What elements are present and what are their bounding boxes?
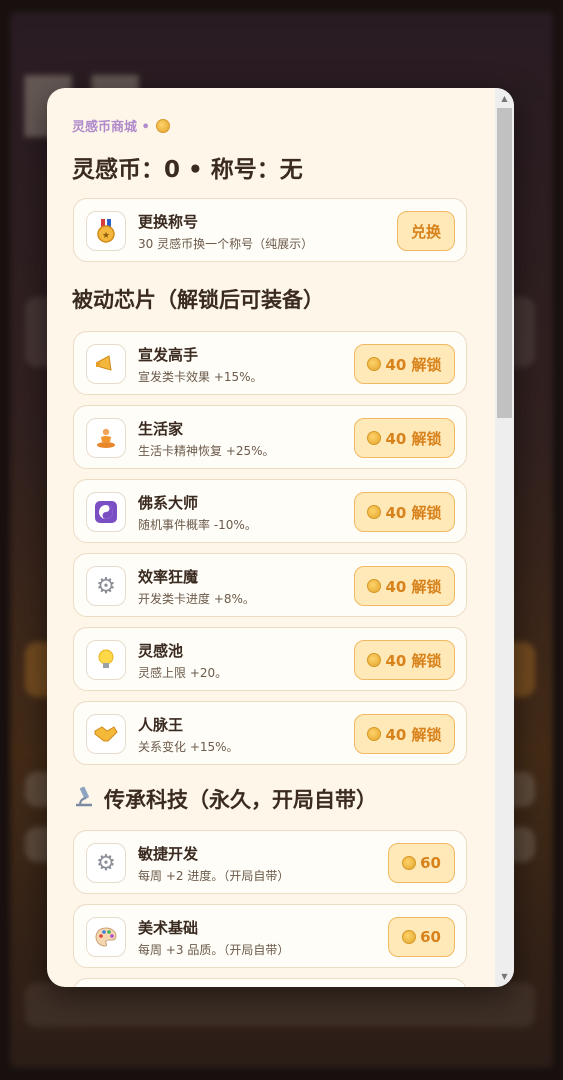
coin-icon <box>402 930 417 944</box>
coin-icon <box>367 727 382 741</box>
svg-text:★: ★ <box>102 231 110 241</box>
gear-icon: ⚙ <box>86 843 126 883</box>
chip-desc: 生活卡精神恢复 +25%。 <box>138 444 275 458</box>
tech-desc: 每周 +3 品质。（开局自带） <box>138 943 290 957</box>
coin-title-status: 灵感币：0 • 称号：无 <box>72 157 303 183</box>
unlock-button[interactable]: 40 解锁 <box>354 640 455 680</box>
exchange-button[interactable]: 兑换 <box>397 211 455 251</box>
chip-title: 生活家 <box>138 420 184 438</box>
buy-button[interactable]: 60 <box>388 843 455 883</box>
chip-title: 宣发高手 <box>138 346 199 364</box>
coin-icon <box>367 579 382 593</box>
tech-title: 美术基础 <box>138 919 199 937</box>
legacy-tech-heading-label: 传承科技（永久，开局自带） <box>104 788 377 812</box>
chip-desc: 关系变化 +15%。 <box>138 740 239 754</box>
unlock-button-label: 40 解锁 <box>385 503 442 522</box>
chip-title: 效率狂魔 <box>138 568 199 586</box>
unlock-button[interactable]: 40 解锁 <box>354 344 455 384</box>
tech-desc: 每周 +2 进度。（开局自带） <box>138 869 290 883</box>
shop-eyebrow-label: 灵感币商城 • <box>72 120 150 135</box>
buy-button-label: 60 <box>420 928 441 946</box>
coin-icon <box>367 505 382 519</box>
passive-chips-heading-label: 被动芯片（解锁后可装备） <box>72 288 324 312</box>
unlock-button-label: 40 解锁 <box>385 355 442 374</box>
coin-icon <box>155 118 170 133</box>
modal-scrollbar[interactable]: ▲ ▼ <box>495 88 514 987</box>
coin-icon <box>402 856 417 870</box>
medal-icon: ★ <box>86 211 126 251</box>
chip-title: 佛系大师 <box>138 494 199 512</box>
scrollbar-thumb[interactable] <box>497 108 512 418</box>
lightbulb-icon <box>86 640 126 680</box>
change-title-card: ★ 更换称号 30 灵感币换一个称号（纯展示） 兑换 <box>73 198 467 262</box>
scroll-down-icon[interactable]: ▼ <box>495 968 514 985</box>
unlock-button[interactable]: 40 解锁 <box>354 492 455 532</box>
palette-icon <box>86 917 126 957</box>
scroll-up-icon[interactable]: ▲ <box>495 90 514 107</box>
unlock-button[interactable]: 40 解锁 <box>354 418 455 458</box>
unlock-button-label: 40 解锁 <box>385 577 442 596</box>
buy-button-label: 60 <box>420 854 441 872</box>
unlock-button-label: 40 解锁 <box>385 429 442 448</box>
coin-icon <box>367 653 382 667</box>
microscope-icon <box>72 785 96 814</box>
tech-title: 敏捷开发 <box>138 845 199 863</box>
chip-title: 灵感池 <box>138 642 184 660</box>
chip-card: 生活家 生活卡精神恢复 +25%。 40 解锁 <box>73 405 467 469</box>
legacy-tech-heading: 传承科技（永久，开局自带） <box>72 784 377 814</box>
unlock-button[interactable]: 40 解锁 <box>354 714 455 754</box>
chip-desc: 随机事件概率 -10%。 <box>138 518 257 532</box>
coin-icon <box>367 357 382 371</box>
passive-chips-heading: 被动芯片（解锁后可装备） <box>72 284 324 314</box>
tech-card-partial <box>73 978 467 987</box>
modal-content[interactable]: 灵感币商城 • 灵感币：0 • 称号：无 ★ 更换称号 30 灵感币换一个称号（… <box>47 88 495 987</box>
chip-desc: 开发类卡进度 +8%。 <box>138 592 255 606</box>
change-title-desc: 30 灵感币换一个称号（纯展示） <box>138 237 314 251</box>
unlock-button-label: 40 解锁 <box>385 725 442 744</box>
chip-card: 佛系大师 随机事件概率 -10%。 40 解锁 <box>73 479 467 543</box>
chip-card: 人脉王 关系变化 +15%。 40 解锁 <box>73 701 467 765</box>
exchange-button-label: 兑换 <box>410 222 441 241</box>
chip-desc: 宣发类卡效果 +15%。 <box>138 370 263 384</box>
unlock-button-label: 40 解锁 <box>385 651 442 670</box>
chip-title: 人脉王 <box>138 716 184 734</box>
megaphone-icon <box>86 344 126 384</box>
coin-icon <box>367 431 382 445</box>
shop-eyebrow: 灵感币商城 • <box>72 116 170 135</box>
meditation-icon <box>86 418 126 458</box>
chip-desc: 灵感上限 +20。 <box>138 666 228 680</box>
chip-card: ⚙ 效率狂魔 开发类卡进度 +8%。 40 解锁 <box>73 553 467 617</box>
yin-yang-icon <box>86 492 126 532</box>
chip-card: 宣发高手 宣发类卡效果 +15%。 40 解锁 <box>73 331 467 395</box>
tech-card: ⚙ 敏捷开发 每周 +2 进度。（开局自带） 60 <box>73 830 467 894</box>
handshake-icon <box>86 714 126 754</box>
chip-card: 灵感池 灵感上限 +20。 40 解锁 <box>73 627 467 691</box>
gear-icon: ⚙ <box>86 566 126 606</box>
unlock-button[interactable]: 40 解锁 <box>354 566 455 606</box>
change-title-name: 更换称号 <box>138 213 199 231</box>
buy-button[interactable]: 60 <box>388 917 455 957</box>
tech-card: 美术基础 每周 +3 品质。（开局自带） 60 <box>73 904 467 968</box>
coin-shop-modal: 灵感币商城 • 灵感币：0 • 称号：无 ★ 更换称号 30 灵感币换一个称号（… <box>47 88 514 987</box>
